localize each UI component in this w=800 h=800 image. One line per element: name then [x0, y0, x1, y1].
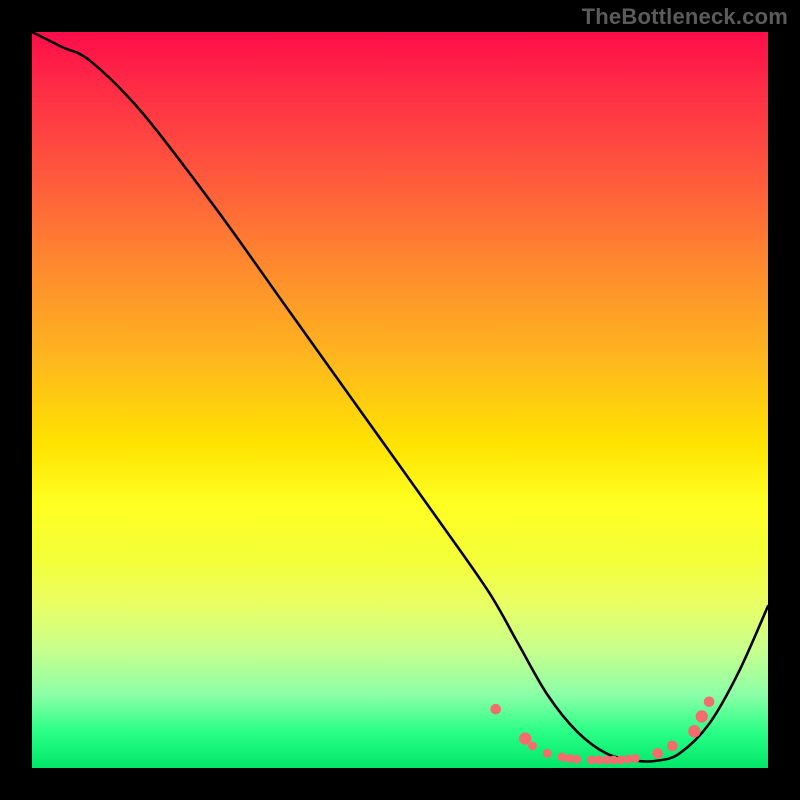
bottleneck-curve — [32, 32, 768, 762]
plot-area — [32, 32, 768, 768]
curve-marker — [688, 725, 700, 737]
curve-marker — [558, 753, 567, 762]
curve-marker — [704, 696, 715, 707]
curve-marker — [652, 748, 663, 759]
curve-marker — [572, 755, 581, 764]
watermark-text: TheBottleneck.com — [582, 4, 788, 30]
curve-marker — [696, 710, 708, 722]
curve-marker — [528, 742, 537, 751]
chart-frame: TheBottleneck.com — [0, 0, 800, 800]
curve-marker — [543, 749, 552, 758]
curve-marker — [490, 704, 501, 715]
curve-marker — [631, 754, 640, 763]
curve-marker — [667, 741, 678, 752]
curve-markers — [490, 696, 714, 764]
curve-svg — [32, 32, 768, 768]
